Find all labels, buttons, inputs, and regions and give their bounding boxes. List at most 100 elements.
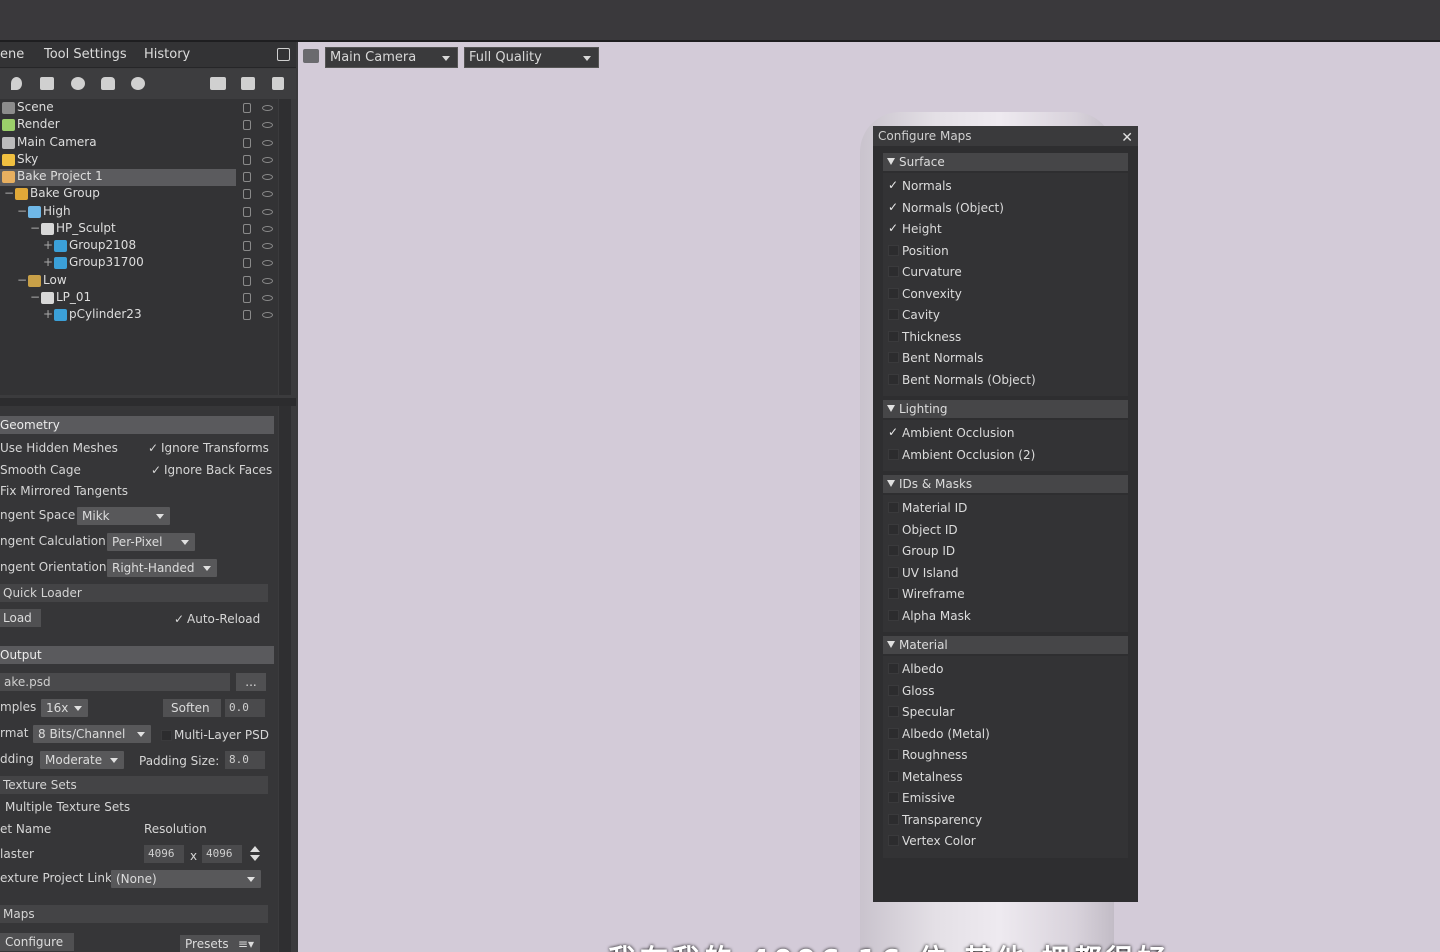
lock-icon[interactable] xyxy=(243,223,251,234)
lock-icon[interactable] xyxy=(243,154,251,165)
close-icon[interactable]: ✕ xyxy=(1121,128,1133,148)
unchecked-checkbox-icon[interactable] xyxy=(888,609,899,621)
lock-icon[interactable] xyxy=(243,137,251,148)
expand-toggle-icon[interactable]: − xyxy=(30,290,40,304)
trash-icon[interactable] xyxy=(272,77,284,90)
eye-icon[interactable] xyxy=(262,260,273,267)
lock-icon[interactable] xyxy=(243,258,251,269)
map-item[interactable]: Group ID xyxy=(883,541,1128,561)
unchecked-checkbox-icon[interactable] xyxy=(888,566,899,578)
multiple-texture-sets[interactable]: Multiple Texture Sets xyxy=(5,800,130,814)
unchecked-checkbox-icon[interactable] xyxy=(888,309,899,320)
tree-item[interactable]: Main Camera xyxy=(0,135,278,152)
unchecked-checkbox-icon[interactable] xyxy=(888,244,899,256)
lock-icon[interactable] xyxy=(243,292,251,303)
eye-icon[interactable] xyxy=(262,243,273,249)
map-item[interactable]: Cavity xyxy=(883,305,1128,325)
configure-button[interactable]: Configure xyxy=(0,933,74,951)
map-item[interactable]: Material ID xyxy=(883,498,1128,518)
map-item[interactable]: Convexity xyxy=(883,284,1128,304)
map-item[interactable]: ✓ Ambient Occlusion xyxy=(883,423,1128,443)
lock-icon[interactable] xyxy=(243,172,251,182)
expand-toggle-icon[interactable]: + xyxy=(43,255,53,269)
eye-icon[interactable] xyxy=(262,225,273,232)
checked-checkbox-icon[interactable]: ✓ xyxy=(888,201,899,213)
eye-icon[interactable] xyxy=(262,105,273,111)
spinner-up-icon[interactable] xyxy=(250,846,260,852)
expand-toggle-icon[interactable]: − xyxy=(17,204,27,218)
lock-icon[interactable] xyxy=(243,206,251,217)
unchecked-checkbox-icon[interactable] xyxy=(888,770,899,782)
geometry-header[interactable]: Geometry xyxy=(0,416,274,434)
eye-icon[interactable] xyxy=(262,294,273,301)
collapse-triangle-icon[interactable] xyxy=(887,158,895,165)
tab-tool-settings[interactable]: Tool Settings xyxy=(44,47,127,62)
presets-button[interactable]: Presets ≡▾ xyxy=(180,935,260,952)
map-item[interactable]: Wireframe xyxy=(883,584,1128,604)
tangent-space-dropdown[interactable]: Mikk xyxy=(77,507,170,525)
lock-icon[interactable] xyxy=(243,103,251,113)
popout-icon[interactable] xyxy=(277,48,290,61)
ignore-transforms[interactable]: Ignore Transforms xyxy=(161,441,269,455)
map-item[interactable]: Albedo xyxy=(883,659,1128,679)
map-group-header[interactable]: Material xyxy=(883,636,1128,654)
3d-viewport[interactable]: Main Camera Full Quality Configure Maps … xyxy=(298,42,1440,952)
map-item[interactable]: Position xyxy=(883,241,1128,261)
project-link-dropdown[interactable]: (None) xyxy=(111,870,261,888)
tree-item[interactable]: + pCylinder23 xyxy=(0,307,278,324)
unchecked-checkbox-icon[interactable] xyxy=(888,749,899,760)
format-dropdown[interactable]: 8 Bits/Channel xyxy=(33,725,151,743)
unchecked-checkbox-icon[interactable] xyxy=(888,545,899,556)
use-hidden-meshes[interactable]: Use Hidden Meshes xyxy=(0,441,118,455)
tree-item[interactable]: − LP_01 xyxy=(0,290,278,307)
camera-add-icon[interactable] xyxy=(40,77,54,90)
panel-divider[interactable] xyxy=(0,398,296,406)
smooth-cage[interactable]: Smooth Cage xyxy=(0,463,81,477)
unchecked-checkbox-icon[interactable] xyxy=(888,588,899,599)
map-item[interactable]: Emissive xyxy=(883,788,1128,808)
unchecked-checkbox-icon[interactable] xyxy=(888,706,899,717)
samples-dropdown[interactable]: 16x xyxy=(41,699,88,717)
map-item[interactable]: Ambient Occlusion (2) xyxy=(883,445,1128,465)
unchecked-checkbox-icon[interactable] xyxy=(888,727,899,739)
output-file-field[interactable]: ake.psd xyxy=(0,673,230,691)
multi-layer-checkbox[interactable] xyxy=(161,730,172,741)
fix-mirrored-tangents[interactable]: Fix Mirrored Tangents xyxy=(0,484,128,498)
expand-toggle-icon[interactable]: − xyxy=(30,221,40,235)
map-item[interactable]: Bent Normals xyxy=(883,348,1128,368)
properties-scrollbar[interactable] xyxy=(279,406,291,952)
tab-scene[interactable]: ene xyxy=(0,47,24,62)
unchecked-checkbox-icon[interactable] xyxy=(888,373,899,385)
map-item[interactable]: Vertex Color xyxy=(883,831,1128,851)
map-item[interactable]: Metalness xyxy=(883,767,1128,787)
resolution-height-field[interactable]: 4096 xyxy=(202,845,242,863)
checked-checkbox-icon[interactable]: ✓ xyxy=(888,222,899,234)
expand-toggle-icon[interactable]: + xyxy=(43,238,53,252)
map-item[interactable]: ✓ Normals xyxy=(883,176,1128,196)
tree-item[interactable]: − HP_Sculpt xyxy=(0,221,278,238)
unchecked-checkbox-icon[interactable] xyxy=(888,792,899,803)
resolution-width-field[interactable]: 4096 xyxy=(144,845,184,863)
duplicate-icon[interactable] xyxy=(241,77,255,90)
map-item[interactable]: ✓ Normals (Object) xyxy=(883,198,1128,218)
tree-item[interactable]: − High xyxy=(0,204,278,221)
eye-icon[interactable] xyxy=(262,191,273,198)
unchecked-checkbox-icon[interactable] xyxy=(888,663,899,674)
tree-item[interactable]: + Group2108 xyxy=(0,238,278,255)
sky-icon[interactable] xyxy=(71,77,85,90)
unchecked-checkbox-icon[interactable] xyxy=(888,502,899,513)
quality-dropdown[interactable]: Full Quality xyxy=(464,47,599,68)
map-group-header[interactable]: Lighting xyxy=(883,400,1128,418)
checked-checkbox-icon[interactable]: ✓ xyxy=(888,426,899,438)
padding-dropdown[interactable]: Moderate xyxy=(40,751,124,769)
unchecked-checkbox-icon[interactable] xyxy=(888,684,899,696)
tree-item[interactable]: Scene xyxy=(0,100,278,117)
texture-sets-header[interactable]: Texture Sets xyxy=(0,776,268,794)
collapse-triangle-icon[interactable] xyxy=(887,641,895,648)
master-set-name[interactable]: laster xyxy=(0,847,34,861)
lock-icon[interactable] xyxy=(243,310,251,320)
tree-item[interactable]: Bake Project 1 xyxy=(0,169,273,186)
eye-icon[interactable] xyxy=(262,122,273,129)
light-icon[interactable] xyxy=(11,77,22,90)
collapse-triangle-icon[interactable] xyxy=(887,480,895,487)
